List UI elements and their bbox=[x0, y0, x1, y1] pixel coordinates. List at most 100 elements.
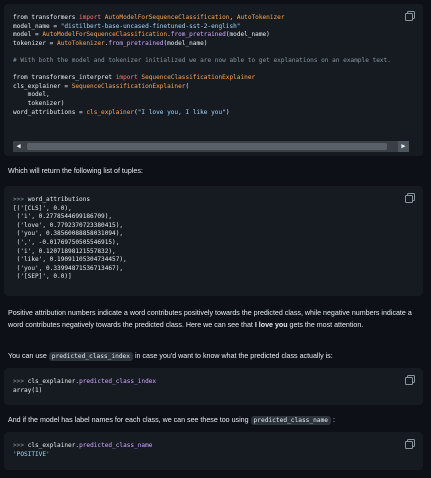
code-token: "I love you, I like you" bbox=[137, 108, 226, 116]
code-line: >>> cls_explainer.predicted_class_name bbox=[13, 442, 414, 451]
code-token: ('like', 0.19091105304734457), bbox=[13, 256, 127, 264]
code-token: (model_name) bbox=[163, 39, 208, 47]
code-token: >>> bbox=[13, 196, 28, 203]
code-content: >>> cls_explainer.predicted_class_name 'P… bbox=[4, 432, 423, 465]
horizontal-scrollbar[interactable]: ◀ ▶ bbox=[13, 141, 409, 152]
code-line: ('i', 0.12071898121557832), bbox=[13, 248, 414, 257]
explanation-text-end: gets the most attention. bbox=[287, 320, 364, 329]
code-token: >>> bbox=[13, 442, 28, 449]
code-line: 'POSITIVE' bbox=[13, 451, 414, 460]
tuples-intro-text: Which will return the following list of … bbox=[8, 167, 143, 175]
code-token: from_pretrained bbox=[170, 31, 226, 39]
name-text-end: : bbox=[331, 416, 335, 424]
code-token: predicted_class_index bbox=[79, 378, 157, 385]
code-token: word_attributions = bbox=[13, 108, 87, 116]
code-line: ('like', 0.19091105304734457), bbox=[13, 256, 414, 265]
name-text-start: And if the model has label names for eac… bbox=[8, 416, 251, 424]
code-token: AutoModelForSequenceClassification bbox=[104, 14, 230, 21]
code-token: cls_explainer = bbox=[13, 82, 72, 90]
code-line: tokenizer = AutoTokenizer.from_pretraine… bbox=[13, 40, 414, 49]
code-line: ('love', 0.7792370723380415), bbox=[13, 222, 414, 231]
code-token: cls_explainer bbox=[27, 442, 76, 449]
code-token: ('you', 0.33994871536713467), bbox=[13, 264, 124, 272]
code-token: model_name = bbox=[13, 22, 61, 30]
copy-icon[interactable] bbox=[405, 439, 415, 449]
code-token: # With both the model and tokenizer init… bbox=[13, 56, 391, 64]
code-line: array(1) bbox=[13, 387, 414, 396]
index-text-end: in case you'd want to know what the pred… bbox=[133, 352, 333, 360]
predicted-class-index-text: You can use predicted_class_index in cas… bbox=[8, 351, 423, 363]
code-token: , bbox=[229, 14, 237, 21]
code-content: >>> cls_explainer.predicted_class_index a… bbox=[4, 368, 423, 401]
code-token: model, bbox=[13, 91, 50, 99]
scrollbar-thumb[interactable] bbox=[27, 143, 387, 150]
code-token: 'POSITIVE' bbox=[13, 450, 50, 458]
code-token: cls_explainer bbox=[27, 378, 76, 385]
code-token: import bbox=[115, 74, 142, 82]
code-token: "distilbert-base-uncased-finetuned-sst-2… bbox=[60, 22, 241, 30]
code-token: [('[CLS]', 0.0), bbox=[13, 204, 72, 212]
code-token: ('love', 0.7792370723380415), bbox=[13, 221, 124, 229]
code-token: ( bbox=[185, 82, 190, 90]
copy-icon[interactable] bbox=[405, 11, 415, 21]
code-line: model, bbox=[13, 91, 414, 100]
code-line: model_name = "distilbert-base-uncased-fi… bbox=[13, 23, 414, 32]
code-token: ) bbox=[225, 108, 230, 116]
code-line: # With both the model and tokenizer init… bbox=[13, 57, 414, 66]
code-token: from transformers bbox=[13, 14, 80, 21]
code-line: cls_explainer = SequenceClassificationEx… bbox=[13, 83, 414, 92]
highlighted-phrase: I love you bbox=[254, 320, 288, 329]
code-line: tokenizer) bbox=[13, 100, 414, 109]
inline-code-predicted-class-name: predicted_class_name bbox=[250, 416, 332, 425]
code-line: >>> cls_explainer.predicted_class_index bbox=[13, 378, 414, 387]
inline-code-predicted-class-index: predicted_class_index bbox=[48, 352, 133, 361]
code-line: word_attributions = cls_explainer("I lov… bbox=[13, 109, 414, 118]
code-token: ('i', 0.12071898121557832), bbox=[13, 247, 116, 255]
code-token: ('[SEP]', 0.0)] bbox=[13, 273, 72, 281]
code-token: ('you', 0.38560088858031094), bbox=[13, 230, 124, 238]
scroll-right-arrow-icon[interactable]: ▶ bbox=[398, 141, 409, 152]
code-token: import bbox=[79, 14, 105, 21]
code-token: AutoTokenizer bbox=[57, 39, 105, 47]
code-token: tokenizer = bbox=[13, 39, 58, 47]
code-token: AutoTokenizer bbox=[236, 14, 285, 21]
code-line: [('[CLS]', 0.0), bbox=[13, 205, 414, 214]
code-token: SequenceClassificationExplainer bbox=[141, 74, 256, 82]
code-content: from transformers import AutoModelForSeq… bbox=[4, 4, 423, 123]
copy-icon[interactable] bbox=[405, 375, 415, 385]
code-line: ('you', 0.33994871536713467), bbox=[13, 265, 414, 274]
code-line: from transformers_interpret import Seque… bbox=[13, 74, 414, 83]
copy-icon[interactable] bbox=[405, 193, 415, 203]
scroll-left-arrow-icon[interactable]: ◀ bbox=[13, 141, 24, 152]
code-token: cls_explainer bbox=[86, 108, 135, 116]
code-line: ('[SEP]', 0.0)] bbox=[13, 273, 414, 282]
code-token: tokenizer) bbox=[13, 99, 65, 107]
index-text-start: You can use bbox=[8, 352, 49, 360]
code-token: >>> bbox=[13, 378, 28, 385]
code-token: from_pretrained bbox=[108, 39, 164, 47]
code-line: ('i', 0.2778544699186709), bbox=[13, 213, 414, 222]
code-block-predicted-class-index: >>> cls_explainer.predicted_class_index a… bbox=[4, 368, 423, 405]
code-block-imports: from transformers import AutoModelForSeq… bbox=[4, 4, 423, 156]
code-token: (model_name) bbox=[225, 31, 270, 39]
attribution-explanation-text: Positive attribution numbers indicate a … bbox=[8, 308, 423, 331]
code-token: ('i', 0.2778544699186709), bbox=[13, 213, 113, 221]
code-block-predicted-class-name: >>> cls_explainer.predicted_class_name 'P… bbox=[4, 432, 423, 470]
code-line: ('you', 0.38560088858031094), bbox=[13, 230, 414, 239]
code-token: AutoModelForSequenceClassification bbox=[42, 31, 168, 39]
code-line: >>> word_attributions bbox=[13, 196, 414, 205]
predicted-class-name-text: And if the model has label names for eac… bbox=[8, 415, 423, 427]
code-line: (',', -0.01769750505546915), bbox=[13, 239, 414, 248]
code-token: word_attributions bbox=[27, 196, 91, 203]
code-line: from transformers import AutoModelForSeq… bbox=[13, 14, 414, 23]
code-token: array(1) bbox=[13, 386, 43, 394]
code-token: (',', -0.01769750505546915), bbox=[13, 238, 120, 246]
code-token: from transformers_interpret bbox=[13, 74, 116, 82]
code-token: predicted_class_name bbox=[79, 442, 153, 449]
code-token: model = bbox=[13, 31, 43, 39]
code-content: >>> word_attributions [('[CLS]', 0.0), ('… bbox=[4, 186, 423, 288]
code-line: model = AutoModelForSequenceClassificati… bbox=[13, 31, 414, 40]
code-token: SequenceClassificationExplainer bbox=[71, 82, 186, 90]
